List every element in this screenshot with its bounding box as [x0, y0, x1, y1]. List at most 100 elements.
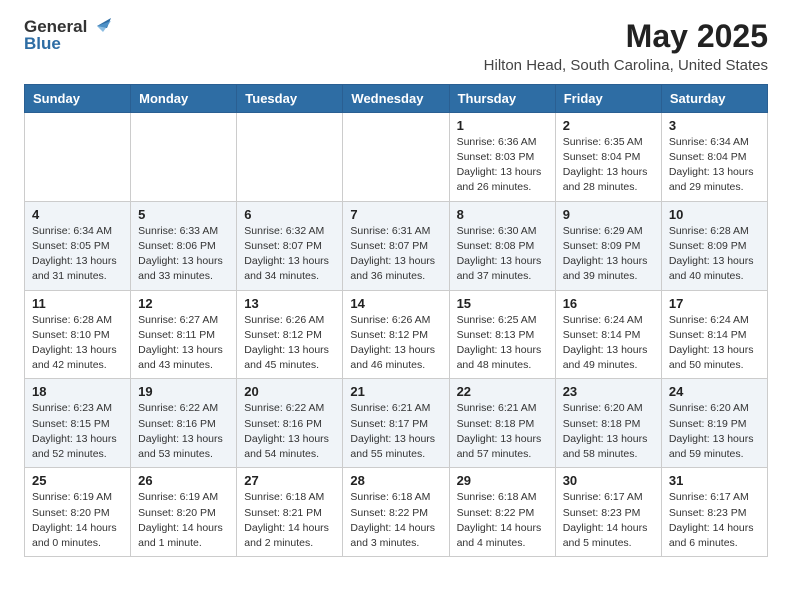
weekday-header-monday: Monday: [131, 84, 237, 112]
calendar-cell: 25 Sunrise: 6:19 AM Sunset: 8:20 PM Dayli…: [25, 468, 131, 557]
day-number: 18: [32, 384, 123, 399]
calendar-cell: 5 Sunrise: 6:33 AM Sunset: 8:06 PM Daylig…: [131, 201, 237, 290]
day-number: 4: [32, 207, 123, 222]
day-info: Sunrise: 6:18 AM Sunset: 8:22 PM Dayligh…: [457, 490, 548, 551]
day-info: Sunrise: 6:33 AM Sunset: 8:06 PM Dayligh…: [138, 224, 229, 285]
day-info: Sunrise: 6:34 AM Sunset: 8:05 PM Dayligh…: [32, 224, 123, 285]
calendar-cell: 20Sunrise: 6:22 AM Sunset: 8:16 PM Dayli…: [237, 379, 343, 468]
day-info: Sunrise: 6:19 AM Sunset: 8:20 PM Dayligh…: [32, 490, 123, 551]
day-info: Sunrise: 6:18 AM Sunset: 8:22 PM Dayligh…: [350, 490, 441, 551]
day-number: 7: [350, 207, 441, 222]
day-info: Sunrise: 6:17 AM Sunset: 8:23 PM Dayligh…: [669, 490, 760, 551]
calendar-cell: [343, 112, 449, 201]
calendar-week-row: 25 Sunrise: 6:19 AM Sunset: 8:20 PM Dayli…: [25, 468, 768, 557]
day-info: Sunrise: 6:25 AM Sunset: 8:13 PM Dayligh…: [457, 313, 548, 374]
day-info: Sunrise: 6:34 AM Sunset: 8:04 PM Dayligh…: [669, 135, 760, 196]
day-number: 16: [563, 296, 654, 311]
logo-general: General: [24, 18, 87, 35]
day-number: 12: [138, 296, 229, 311]
calendar-cell: 3 Sunrise: 6:34 AM Sunset: 8:04 PM Daylig…: [661, 112, 767, 201]
day-number: 31: [669, 473, 760, 488]
day-info: Sunrise: 6:17 AM Sunset: 8:23 PM Dayligh…: [563, 490, 654, 551]
day-number: 2: [563, 118, 654, 133]
title-block: May 2025 Hilton Head, South Carolina, Un…: [484, 18, 768, 74]
day-info: Sunrise: 6:29 AM Sunset: 8:09 PM Dayligh…: [563, 224, 654, 285]
calendar-cell: 21 Sunrise: 6:21 AM Sunset: 8:17 PM Dayli…: [343, 379, 449, 468]
day-info: Sunrise: 6:22 AM Sunset: 8:16 PM Dayligh…: [138, 401, 229, 462]
day-number: 30: [563, 473, 654, 488]
calendar-cell: [25, 112, 131, 201]
day-number: 19: [138, 384, 229, 399]
calendar-cell: 16 Sunrise: 6:24 AM Sunset: 8:14 PM Dayli…: [555, 290, 661, 379]
weekday-header-wednesday: Wednesday: [343, 84, 449, 112]
day-number: 28: [350, 473, 441, 488]
logo: General Blue: [24, 18, 111, 52]
day-info: Sunrise: 6:35 AM Sunset: 8:04 PM Dayligh…: [563, 135, 654, 196]
day-info: Sunrise: 6:23 AM Sunset: 8:15 PM Dayligh…: [32, 401, 123, 462]
calendar-cell: 31 Sunrise: 6:17 AM Sunset: 8:23 PM Dayli…: [661, 468, 767, 557]
day-info: Sunrise: 6:18 AM Sunset: 8:21 PM Dayligh…: [244, 490, 335, 551]
day-info: Sunrise: 6:21 AM Sunset: 8:18 PM Dayligh…: [457, 401, 548, 462]
day-info: Sunrise: 6:27 AM Sunset: 8:11 PM Dayligh…: [138, 313, 229, 374]
day-number: 22: [457, 384, 548, 399]
weekday-header-friday: Friday: [555, 84, 661, 112]
header: General Blue May 2025 Hilton Head, South…: [24, 18, 768, 74]
calendar-cell: 10 Sunrise: 6:28 AM Sunset: 8:09 PM Dayli…: [661, 201, 767, 290]
calendar-week-row: 1 Sunrise: 6:36 AM Sunset: 8:03 PM Daylig…: [25, 112, 768, 201]
day-number: 3: [669, 118, 760, 133]
day-info: Sunrise: 6:28 AM Sunset: 8:09 PM Dayligh…: [669, 224, 760, 285]
calendar-cell: 4 Sunrise: 6:34 AM Sunset: 8:05 PM Daylig…: [25, 201, 131, 290]
calendar-cell: 1 Sunrise: 6:36 AM Sunset: 8:03 PM Daylig…: [449, 112, 555, 201]
calendar: SundayMondayTuesdayWednesdayThursdayFrid…: [24, 84, 768, 557]
subtitle: Hilton Head, South Carolina, United Stat…: [484, 57, 768, 74]
calendar-cell: 7 Sunrise: 6:31 AM Sunset: 8:07 PM Daylig…: [343, 201, 449, 290]
day-info: Sunrise: 6:21 AM Sunset: 8:17 PM Dayligh…: [350, 401, 441, 462]
calendar-cell: 2 Sunrise: 6:35 AM Sunset: 8:04 PM Daylig…: [555, 112, 661, 201]
day-info: Sunrise: 6:28 AM Sunset: 8:10 PM Dayligh…: [32, 313, 123, 374]
day-info: Sunrise: 6:31 AM Sunset: 8:07 PM Dayligh…: [350, 224, 441, 285]
calendar-week-row: 18 Sunrise: 6:23 AM Sunset: 8:15 PM Dayli…: [25, 379, 768, 468]
weekday-header-sunday: Sunday: [25, 84, 131, 112]
day-number: 9: [563, 207, 654, 222]
weekday-header-thursday: Thursday: [449, 84, 555, 112]
calendar-cell: 19 Sunrise: 6:22 AM Sunset: 8:16 PM Dayli…: [131, 379, 237, 468]
day-number: 13: [244, 296, 335, 311]
day-number: 29: [457, 473, 548, 488]
calendar-cell: 13Sunrise: 6:26 AM Sunset: 8:12 PM Dayli…: [237, 290, 343, 379]
day-number: 1: [457, 118, 548, 133]
calendar-cell: 9 Sunrise: 6:29 AM Sunset: 8:09 PM Daylig…: [555, 201, 661, 290]
day-info: Sunrise: 6:24 AM Sunset: 8:14 PM Dayligh…: [669, 313, 760, 374]
day-info: Sunrise: 6:30 AM Sunset: 8:08 PM Dayligh…: [457, 224, 548, 285]
day-number: 20: [244, 384, 335, 399]
weekday-header-row: SundayMondayTuesdayWednesdayThursdayFrid…: [25, 84, 768, 112]
calendar-cell: 27 Sunrise: 6:18 AM Sunset: 8:21 PM Dayli…: [237, 468, 343, 557]
day-info: Sunrise: 6:24 AM Sunset: 8:14 PM Dayligh…: [563, 313, 654, 374]
calendar-cell: 24Sunrise: 6:20 AM Sunset: 8:19 PM Dayli…: [661, 379, 767, 468]
calendar-cell: 26 Sunrise: 6:19 AM Sunset: 8:20 PM Dayli…: [131, 468, 237, 557]
calendar-cell: 23Sunrise: 6:20 AM Sunset: 8:18 PM Dayli…: [555, 379, 661, 468]
day-number: 23: [563, 384, 654, 399]
day-number: 26: [138, 473, 229, 488]
calendar-week-row: 11Sunrise: 6:28 AM Sunset: 8:10 PM Dayli…: [25, 290, 768, 379]
calendar-cell: 22 Sunrise: 6:21 AM Sunset: 8:18 PM Dayli…: [449, 379, 555, 468]
day-number: 21: [350, 384, 441, 399]
day-number: 5: [138, 207, 229, 222]
weekday-header-saturday: Saturday: [661, 84, 767, 112]
calendar-cell: 11Sunrise: 6:28 AM Sunset: 8:10 PM Dayli…: [25, 290, 131, 379]
day-number: 17: [669, 296, 760, 311]
weekday-header-tuesday: Tuesday: [237, 84, 343, 112]
calendar-cell: 15 Sunrise: 6:25 AM Sunset: 8:13 PM Dayli…: [449, 290, 555, 379]
day-info: Sunrise: 6:19 AM Sunset: 8:20 PM Dayligh…: [138, 490, 229, 551]
day-number: 24: [669, 384, 760, 399]
day-number: 6: [244, 207, 335, 222]
calendar-cell: 12 Sunrise: 6:27 AM Sunset: 8:11 PM Dayli…: [131, 290, 237, 379]
day-number: 10: [669, 207, 760, 222]
calendar-cell: 17 Sunrise: 6:24 AM Sunset: 8:14 PM Dayli…: [661, 290, 767, 379]
logo-blue: Blue: [24, 35, 111, 52]
day-number: 15: [457, 296, 548, 311]
calendar-cell: 14Sunrise: 6:26 AM Sunset: 8:12 PM Dayli…: [343, 290, 449, 379]
day-number: 27: [244, 473, 335, 488]
calendar-cell: 29 Sunrise: 6:18 AM Sunset: 8:22 PM Dayli…: [449, 468, 555, 557]
day-info: Sunrise: 6:36 AM Sunset: 8:03 PM Dayligh…: [457, 135, 548, 196]
day-number: 25: [32, 473, 123, 488]
